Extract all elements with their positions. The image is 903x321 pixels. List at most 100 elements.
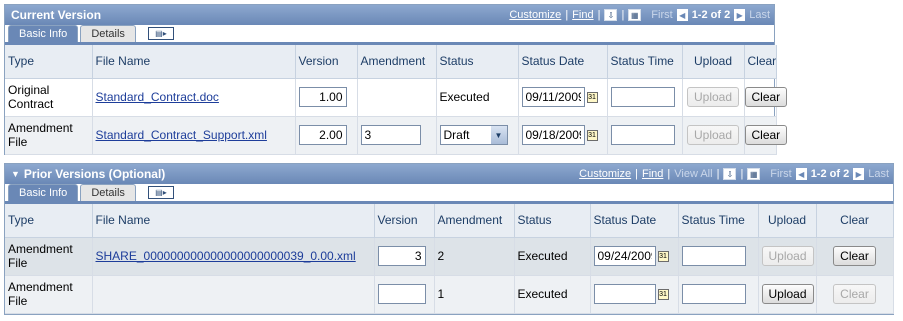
- calendar-icon[interactable]: 31: [657, 288, 669, 300]
- amendment-cell: [357, 78, 437, 117]
- current-version-grid: Current Version Customize | Find | ⇩ | ▦…: [4, 4, 788, 155]
- calendar-icon[interactable]: 31: [586, 91, 598, 103]
- view-all-link[interactable]: View All: [674, 168, 712, 180]
- view-all-grid-icon[interactable]: ▦: [747, 168, 761, 180]
- prev-arrow-icon[interactable]: ◀: [676, 9, 688, 21]
- collapse-triangle-icon[interactable]: ▼: [11, 169, 20, 179]
- status-time-input[interactable]: [610, 125, 675, 145]
- file-name-link[interactable]: Standard_Contract_Support.xml: [96, 128, 267, 142]
- col-header-version: Version: [374, 204, 435, 238]
- calendar-icon[interactable]: 31: [657, 250, 669, 262]
- calendar-icon[interactable]: 31: [586, 129, 598, 141]
- last-label[interactable]: Last: [749, 9, 770, 21]
- find-link[interactable]: Find: [642, 168, 663, 180]
- table-row: Amendment File SHARE_0000000000000000000…: [5, 237, 894, 276]
- table-row: Amendment File Standard_Contract_Support…: [5, 116, 788, 155]
- version-input[interactable]: [298, 87, 347, 107]
- status-date-input[interactable]: [593, 246, 656, 266]
- prev-arrow-icon[interactable]: ◀: [795, 168, 807, 180]
- upload-button[interactable]: Upload: [761, 284, 814, 304]
- col-header-status-time: Status Time: [678, 204, 759, 238]
- status-text: Executed: [514, 275, 591, 314]
- view-all-grid-icon[interactable]: ▦: [628, 9, 642, 21]
- clear-button[interactable]: Clear: [744, 87, 788, 107]
- next-arrow-icon[interactable]: ▶: [734, 9, 746, 21]
- col-header-status: Status: [436, 45, 519, 79]
- table-row: Original Contract Standard_Contract.doc …: [5, 78, 788, 117]
- tab-details[interactable]: Details: [80, 184, 136, 201]
- col-header-amendment: Amendment: [357, 45, 437, 79]
- row-range: 1-2 of 2: [691, 9, 731, 21]
- file-name-link[interactable]: Standard_Contract.doc: [96, 90, 219, 104]
- first-label[interactable]: First: [770, 168, 791, 180]
- customize-link[interactable]: Customize: [509, 9, 561, 21]
- prior-versions-grid: ▼ Prior Versions (Optional) Customize | …: [4, 163, 894, 315]
- version-input[interactable]: [377, 284, 426, 304]
- status-select-value: Draft: [443, 128, 470, 142]
- amendment-cell: 2: [434, 237, 515, 276]
- type-cell: Amendment File: [5, 237, 93, 276]
- type-cell: Original Contract: [5, 78, 93, 117]
- tab-basic-info[interactable]: Basic Info: [8, 184, 79, 201]
- chevron-down-icon[interactable]: ▼: [490, 126, 507, 144]
- clear-button[interactable]: Clear: [833, 246, 876, 266]
- file-name-cell: [92, 275, 375, 314]
- nav-separator: |: [621, 9, 625, 21]
- nav-separator: |: [667, 168, 671, 180]
- upload-button[interactable]: Upload: [686, 87, 740, 107]
- col-header-type: Type: [5, 45, 93, 79]
- col-header-upload: Upload: [682, 45, 745, 79]
- current-grid-navbar: Customize | Find | ⇩ | ▦ First ◀ 1-2 of …: [509, 5, 770, 25]
- col-header-clear: Clear: [744, 45, 777, 79]
- status-text: Executed: [436, 78, 519, 117]
- status-date-input[interactable]: [521, 125, 585, 145]
- tab-basic-info[interactable]: Basic Info: [8, 25, 79, 42]
- nav-separator: |: [635, 168, 638, 180]
- status-text: Executed: [514, 237, 591, 276]
- show-all-columns-icon[interactable]: ▤▸: [147, 27, 174, 40]
- first-label[interactable]: First: [651, 9, 672, 21]
- status-time-input[interactable]: [610, 87, 675, 107]
- find-link[interactable]: Find: [572, 9, 593, 21]
- col-header-status-time: Status Time: [607, 45, 683, 79]
- file-name-link[interactable]: SHARE_000000000000000000000039_0.00.xml: [96, 249, 356, 263]
- amendment-cell: 1: [434, 275, 515, 314]
- type-cell: Amendment File: [5, 116, 93, 155]
- col-header-file-name: File Name: [92, 45, 296, 79]
- download-icon[interactable]: ⇩: [604, 9, 618, 21]
- status-time-input[interactable]: [681, 284, 746, 304]
- upload-button[interactable]: Upload: [761, 246, 814, 266]
- tab-details[interactable]: Details: [80, 25, 136, 42]
- type-cell: Amendment File: [5, 275, 93, 314]
- show-all-columns-icon[interactable]: ▤▸: [147, 186, 174, 199]
- prior-versions-title[interactable]: Prior Versions (Optional): [24, 167, 165, 181]
- customize-link[interactable]: Customize: [579, 168, 631, 180]
- clear-button[interactable]: Clear: [744, 125, 788, 145]
- table-row: Amendment File 1 Executed 31 Upload Clea…: [5, 275, 894, 314]
- col-header-status-date: Status Date: [518, 45, 608, 79]
- next-arrow-icon[interactable]: ▶: [853, 168, 865, 180]
- prior-versions-header: ▼ Prior Versions (Optional) Customize | …: [5, 164, 893, 184]
- last-label[interactable]: Last: [868, 168, 889, 180]
- amendment-input[interactable]: [360, 125, 421, 145]
- prior-grid-navbar: Customize | Find | View All | ⇩ | ▦ Firs…: [579, 164, 889, 184]
- download-icon[interactable]: ⇩: [723, 168, 737, 180]
- col-header-version: Version: [295, 45, 358, 79]
- nav-separator: |: [716, 168, 720, 180]
- clear-button[interactable]: Clear: [833, 284, 876, 304]
- upload-button[interactable]: Upload: [686, 125, 740, 145]
- col-header-type: Type: [5, 204, 93, 238]
- status-date-input[interactable]: [593, 284, 656, 304]
- version-input[interactable]: [298, 125, 347, 145]
- col-header-status-date: Status Date: [590, 204, 679, 238]
- status-time-input[interactable]: [681, 246, 746, 266]
- nav-separator: |: [565, 9, 569, 21]
- col-header-amendment: Amendment: [434, 204, 515, 238]
- current-version-header: Current Version Customize | Find | ⇩ | ▦…: [5, 5, 774, 25]
- version-input[interactable]: [377, 246, 426, 266]
- current-tabbar: Basic Info Details ▤▸: [5, 25, 774, 45]
- status-date-input[interactable]: [521, 87, 585, 107]
- status-select[interactable]: Draft ▼: [439, 125, 508, 145]
- row-range: 1-2 of 2: [810, 168, 850, 180]
- nav-separator: |: [597, 9, 601, 21]
